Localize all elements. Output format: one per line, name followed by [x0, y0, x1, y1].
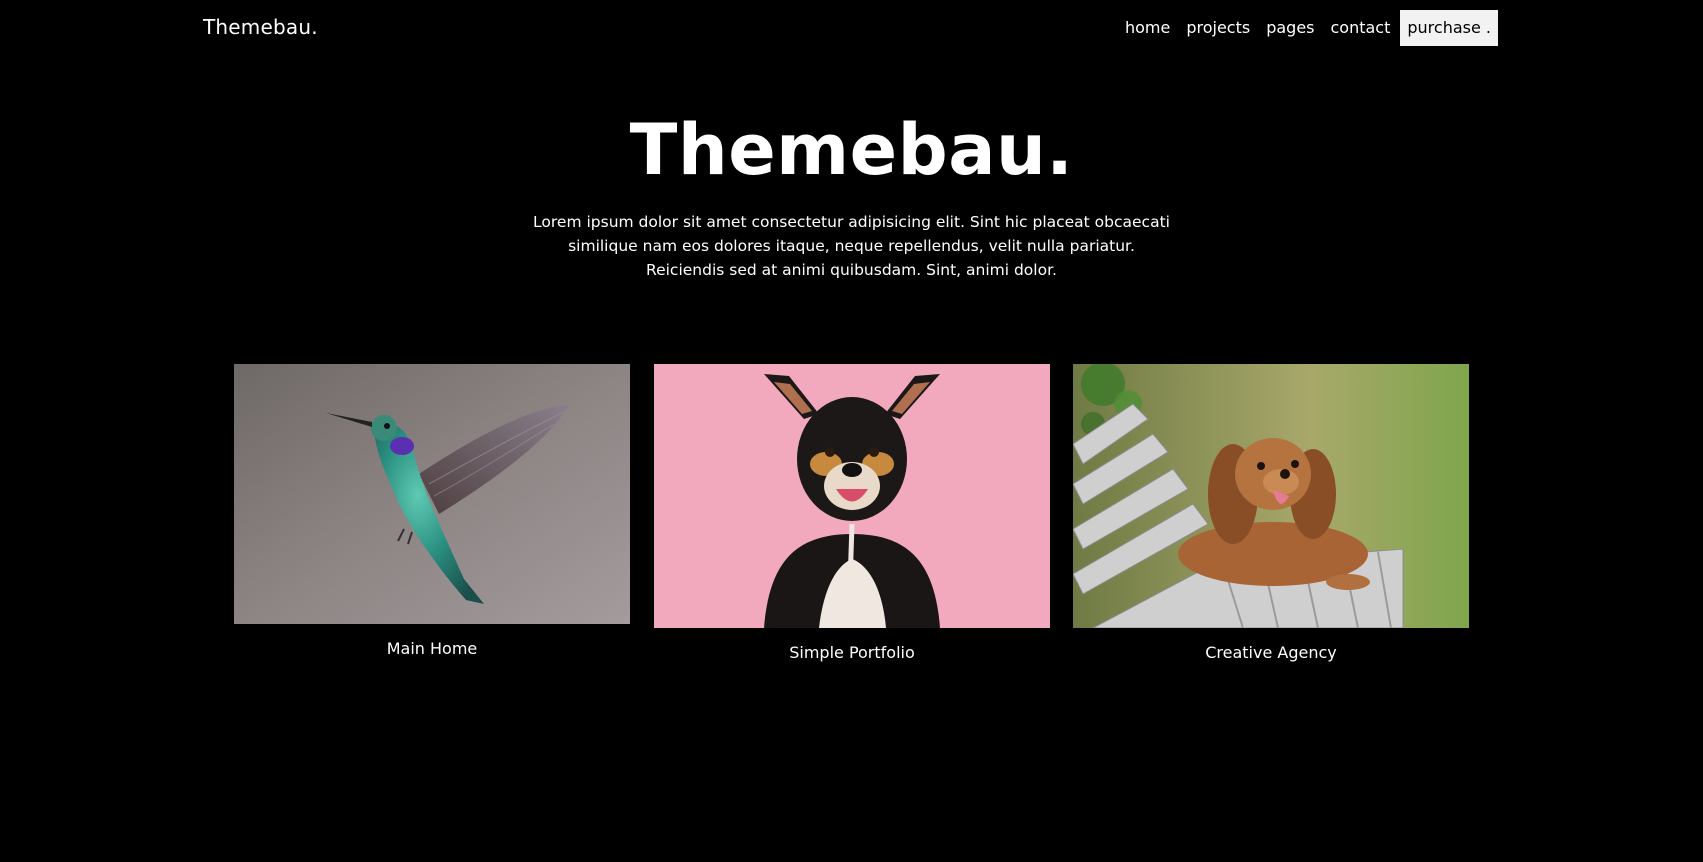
hero-description: Lorem ipsum dolor sit amet consectetur a…: [533, 213, 1170, 279]
card-label[interactable]: Main Home: [234, 639, 630, 658]
spaniel-bench-image[interactable]: [1073, 364, 1469, 628]
hero-title: Themebau.: [629, 109, 1074, 191]
card-simple-portfolio[interactable]: Simple Portfolio: [654, 364, 1050, 662]
card-label[interactable]: Creative Agency: [1073, 643, 1469, 662]
card-label[interactable]: Simple Portfolio: [654, 643, 1050, 662]
hero-section: Themebau. Lorem ipsum dolor sit amet con…: [0, 100, 1703, 282]
brand-logo[interactable]: Themebau.: [203, 15, 318, 39]
nav-contact[interactable]: contact: [1323, 10, 1399, 46]
purchase-button[interactable]: purchase .: [1400, 10, 1498, 46]
card-creative-agency[interactable]: Creative Agency: [1073, 364, 1469, 662]
card-main-home[interactable]: Main Home: [234, 364, 630, 658]
nav-projects[interactable]: projects: [1178, 10, 1258, 46]
hummingbird-image[interactable]: [234, 364, 630, 624]
nav-pages[interactable]: pages: [1258, 10, 1322, 46]
nav-home[interactable]: home: [1117, 10, 1178, 46]
main-nav: home projects pages contact purchase .: [1117, 10, 1498, 46]
dog-pink-image[interactable]: [654, 364, 1050, 628]
navbar: Themebau. home projects pages contact pu…: [0, 0, 1703, 58]
